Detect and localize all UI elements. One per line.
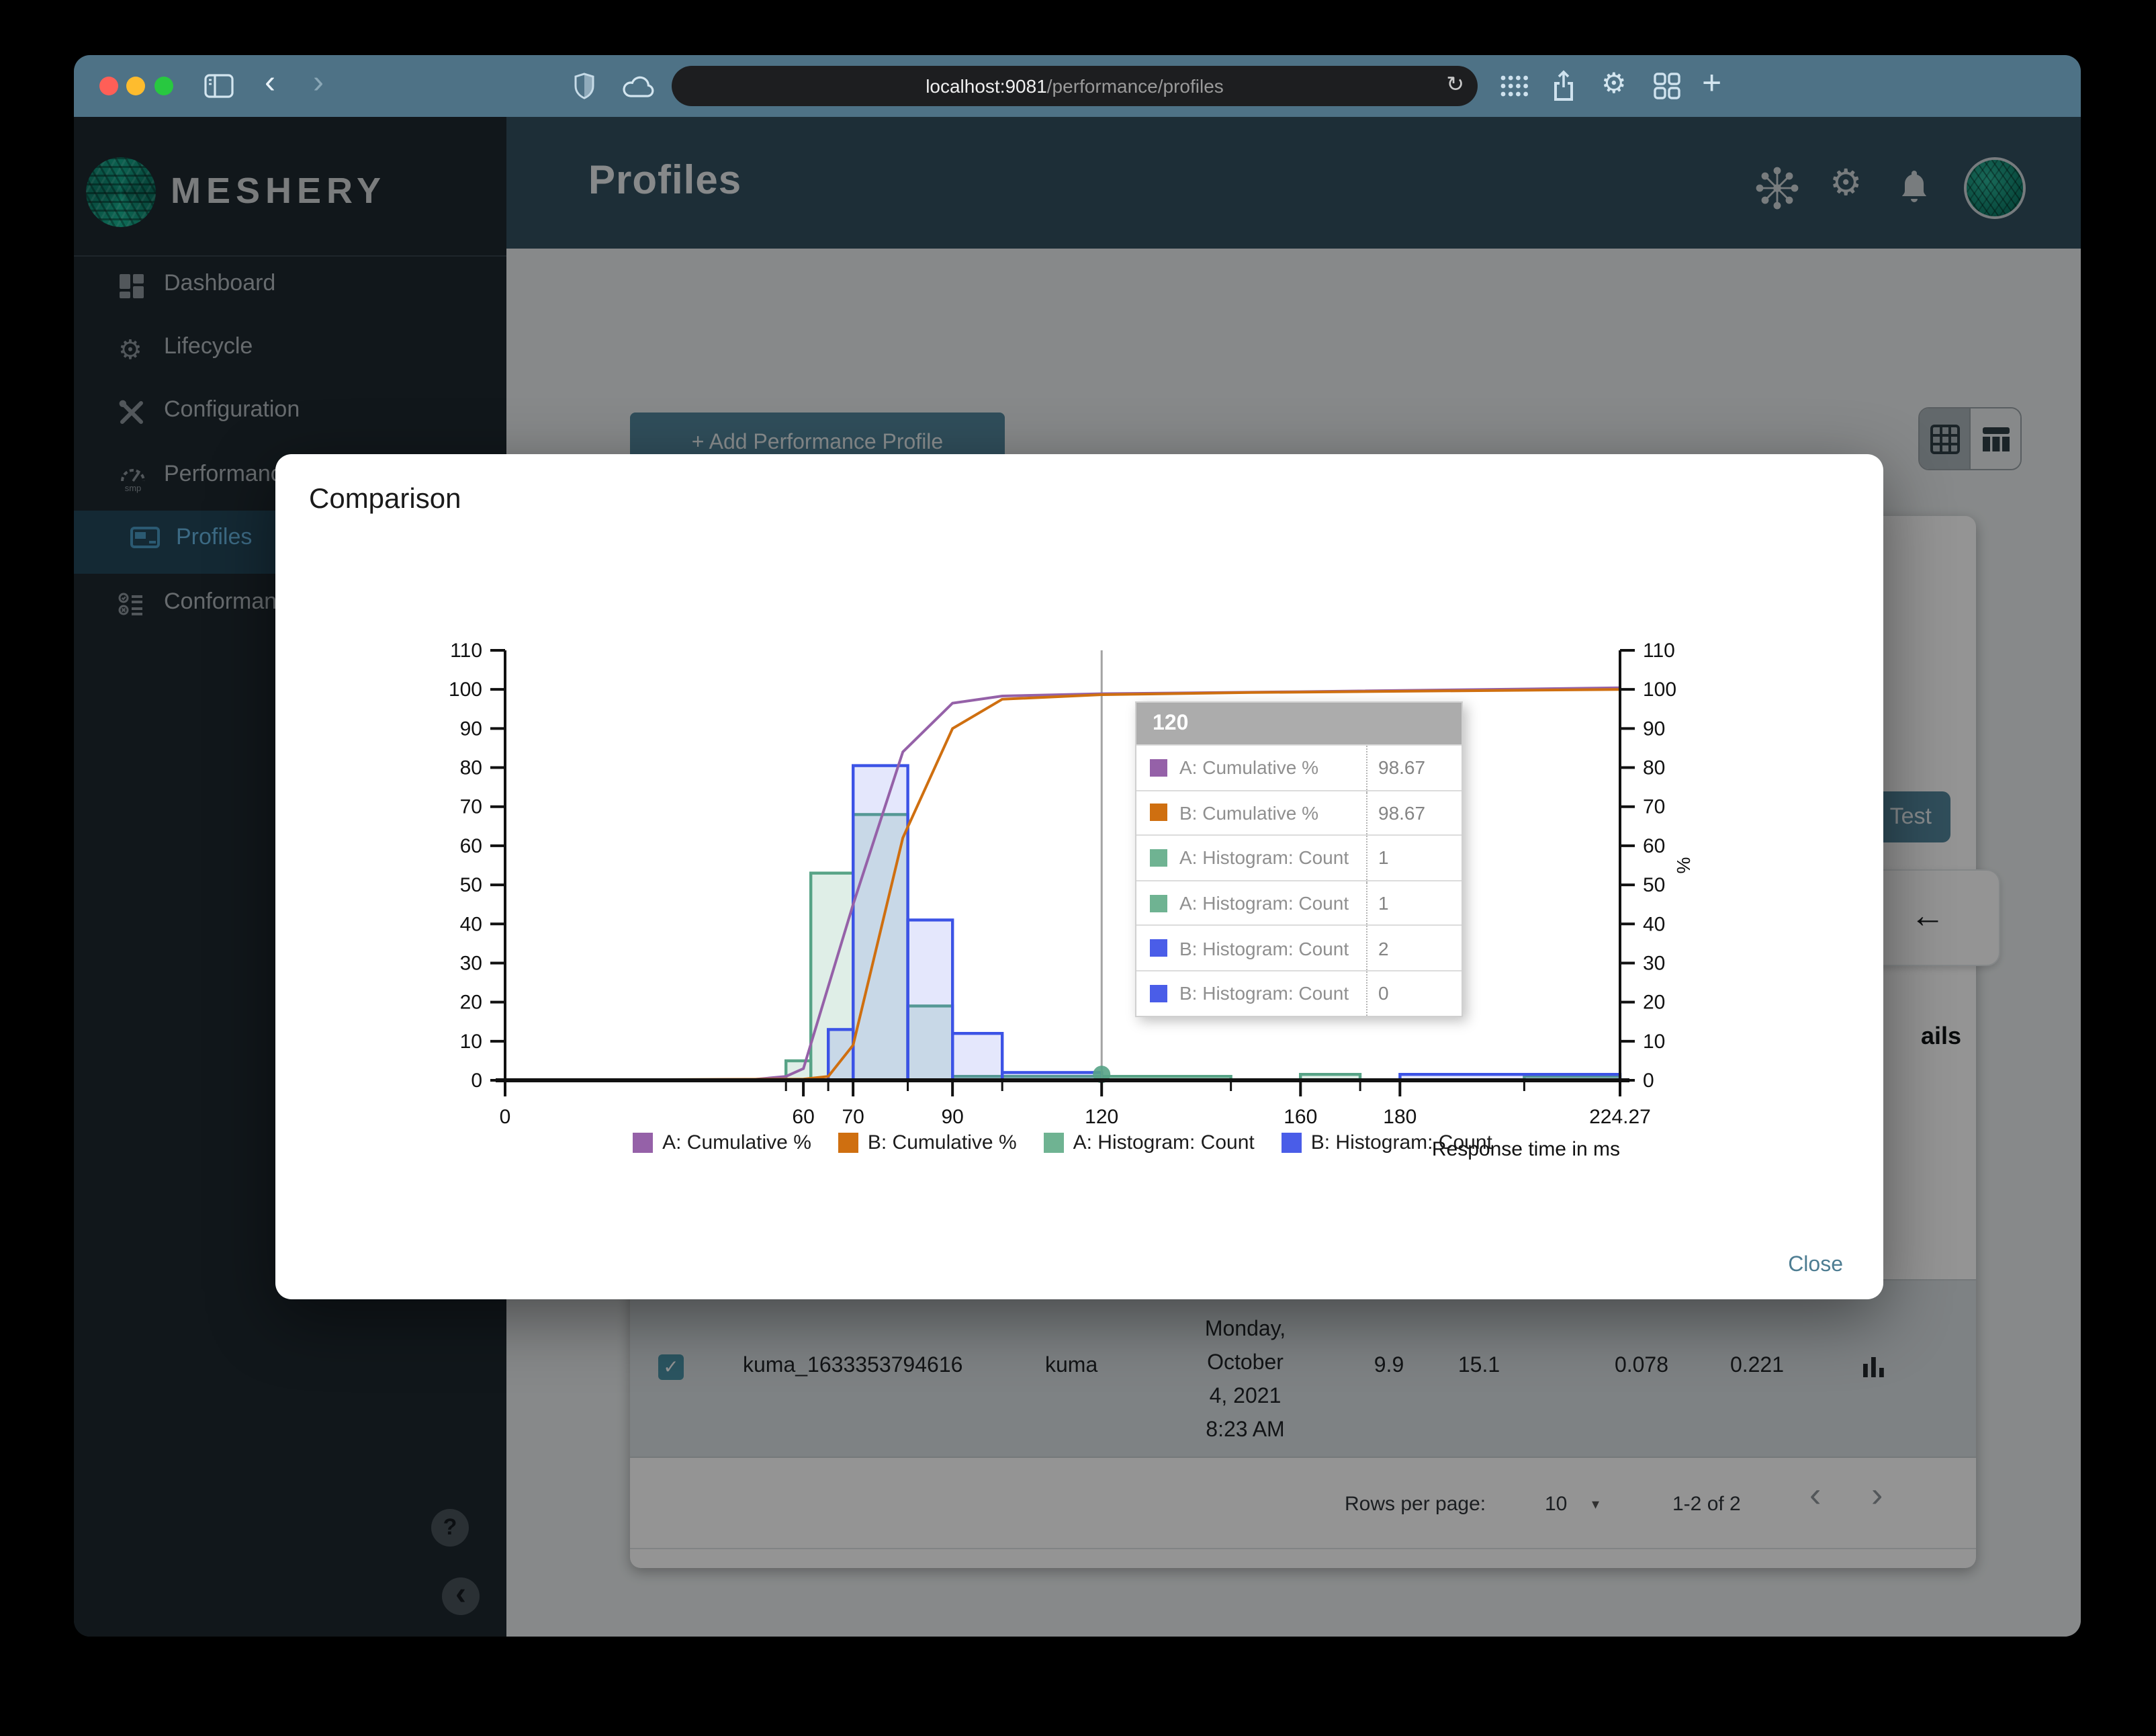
svg-text:90: 90 [460, 718, 482, 740]
legend-item[interactable]: B: Histogram: Count [1281, 1131, 1492, 1154]
svg-text:180: 180 [1383, 1106, 1417, 1128]
svg-text:40: 40 [460, 913, 482, 935]
tooltip-row: B: Histogram: Count 0 [1136, 969, 1462, 1016]
chart-tooltip: 120 A: Cumulative % 98.67 B: Cumulative % 9… [1135, 701, 1463, 1017]
legend-swatch [838, 1133, 858, 1153]
tooltip-series-value: 98.67 [1366, 791, 1462, 835]
svg-text:80: 80 [460, 757, 482, 779]
browser-window: ‹ › localhost:9081/performance/profiles … [74, 55, 2081, 1637]
tab-overview-icon[interactable] [1654, 73, 1680, 99]
tooltip-rows: A: Cumulative % 98.67 B: Cumulative % 98.67… [1136, 744, 1462, 1016]
minimize-window-button[interactable] [126, 77, 145, 95]
svg-text:100: 100 [449, 679, 482, 701]
svg-text:110: 110 [1643, 640, 1675, 662]
svg-text:20: 20 [460, 992, 482, 1014]
svg-text:70: 70 [460, 796, 482, 818]
svg-text:70: 70 [1643, 796, 1665, 818]
forward-button[interactable]: › [313, 67, 324, 99]
svg-text:0: 0 [471, 1070, 482, 1092]
svg-text:90: 90 [1643, 718, 1665, 740]
back-button[interactable]: ‹ [265, 67, 275, 99]
svg-text:20: 20 [1643, 992, 1665, 1014]
tooltip-swatch [1150, 849, 1167, 867]
sidebar-toggle-icon[interactable] [204, 74, 234, 98]
tooltip-series-label: A: Cumulative % [1179, 756, 1318, 779]
new-tab-icon[interactable]: + [1702, 67, 1721, 100]
close-modal-button[interactable]: Close [1788, 1254, 1843, 1278]
svg-text:90: 90 [941, 1106, 963, 1128]
svg-text:160: 160 [1284, 1106, 1317, 1128]
svg-text:224.27: 224.27 [1589, 1106, 1651, 1128]
tooltip-series-label: B: Histogram: Count [1179, 982, 1349, 1004]
tooltip-swatch [1150, 894, 1167, 912]
tooltip-swatch [1150, 984, 1167, 1002]
tooltip-series-value: 2 [1366, 926, 1462, 970]
tooltip-swatch [1150, 758, 1167, 777]
svg-text:60: 60 [460, 835, 482, 857]
comparison-modal: Comparison 0 0 10 10 20 20 30 30 40 40 50 50 60 60 70 7… [275, 454, 1883, 1299]
svg-text:120: 120 [1085, 1106, 1118, 1128]
tooltip-series-label: A: Histogram: Count [1179, 847, 1349, 869]
tooltip-header: 120 [1136, 703, 1462, 744]
legend-label: A: Cumulative % [662, 1131, 811, 1154]
svg-text:70: 70 [842, 1106, 864, 1128]
settings-gear-icon[interactable]: ⚙ [1601, 67, 1627, 101]
reload-icon[interactable]: ↻ [1446, 66, 1464, 106]
tooltip-series-label: B: Cumulative % [1179, 801, 1318, 824]
svg-text:110: 110 [450, 640, 482, 662]
tooltip-series-value: 1 [1366, 881, 1462, 925]
svg-text:60: 60 [1643, 835, 1665, 857]
legend-item[interactable]: A: Histogram: Count [1043, 1131, 1255, 1154]
svg-text:10: 10 [1643, 1031, 1665, 1053]
legend-label: B: Histogram: Count [1310, 1131, 1492, 1154]
share-icon[interactable] [1552, 70, 1576, 102]
zoom-window-button[interactable] [154, 77, 173, 95]
svg-text:0: 0 [1643, 1070, 1654, 1092]
legend-item[interactable]: B: Cumulative % [838, 1131, 1017, 1154]
svg-text:30: 30 [460, 952, 482, 974]
tooltip-series-value: 1 [1366, 836, 1462, 880]
tooltip-row: A: Histogram: Count 1 [1136, 879, 1462, 925]
tooltip-series-value: 0 [1366, 971, 1462, 1016]
legend-swatch [1043, 1133, 1064, 1153]
svg-text:60: 60 [792, 1106, 814, 1128]
legend-label: B: Cumulative % [867, 1131, 1017, 1154]
tooltip-row: A: Cumulative % 98.67 [1136, 744, 1462, 790]
tooltip-series-label: B: Histogram: Count [1179, 937, 1349, 959]
svg-text:10: 10 [460, 1031, 482, 1053]
screenshot-root: ‹ › localhost:9081/performance/profiles … [0, 0, 2156, 1736]
url-path: /performance/profiles [1046, 75, 1224, 97]
legend-item[interactable]: A: Cumulative % [633, 1131, 811, 1154]
grid-dots-icon[interactable] [1500, 75, 1529, 97]
svg-text:50: 50 [460, 874, 482, 896]
svg-text:80: 80 [1643, 757, 1665, 779]
comparison-chart[interactable]: 0 010 1020 2030 3040 4050 5060 6070 7080 8090 9010… [275, 454, 1883, 1299]
tooltip-row: A: Histogram: Count 1 [1136, 834, 1462, 880]
legend-swatch [633, 1133, 654, 1153]
url-host: localhost:9081 [926, 75, 1047, 97]
svg-text:30: 30 [1643, 952, 1665, 974]
cloud-icon[interactable] [622, 75, 654, 98]
privacy-shield-icon[interactable] [574, 73, 595, 99]
svg-text:100: 100 [1643, 679, 1676, 701]
legend-swatch [1281, 1133, 1302, 1153]
tooltip-row: B: Histogram: Count 2 [1136, 924, 1462, 970]
svg-text:50: 50 [1643, 874, 1665, 896]
tooltip-swatch [1150, 804, 1167, 822]
close-window-button[interactable] [99, 77, 118, 95]
tooltip-swatch [1150, 939, 1167, 957]
svg-text:40: 40 [1643, 913, 1665, 935]
address-bar[interactable]: localhost:9081/performance/profiles ↻ [672, 66, 1478, 106]
tooltip-row: B: Cumulative % 98.67 [1136, 789, 1462, 835]
svg-text:%: % [1673, 857, 1694, 874]
tooltip-series-label: A: Histogram: Count [1179, 892, 1349, 914]
svg-text:0: 0 [500, 1106, 511, 1128]
legend-label: A: Histogram: Count [1073, 1131, 1255, 1154]
chart-legend: A: Cumulative % B: Cumulative % A: Histogr… [505, 1131, 1620, 1154]
tooltip-series-value: 98.67 [1366, 746, 1462, 790]
browser-toolbar: ‹ › localhost:9081/performance/profiles … [74, 55, 2081, 117]
